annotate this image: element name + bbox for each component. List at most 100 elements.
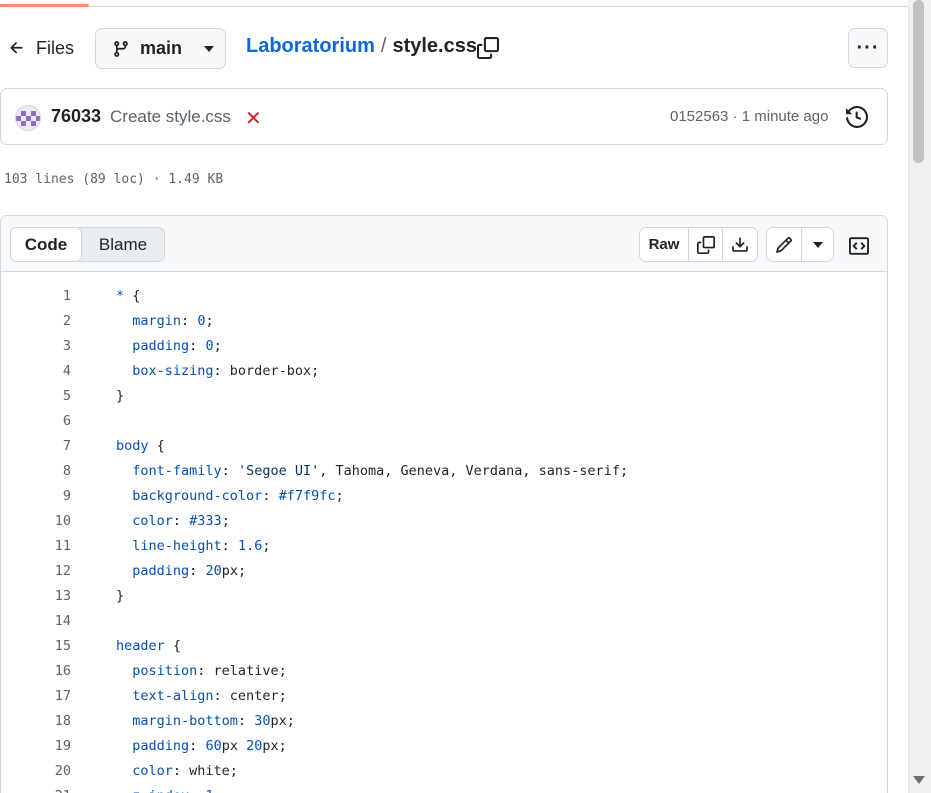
- commit-message[interactable]: Create style.css: [110, 107, 231, 127]
- line-number[interactable]: 15: [1, 638, 71, 654]
- code-token: 20: [246, 737, 263, 754]
- copy-raw-button[interactable]: [689, 228, 723, 261]
- line-number[interactable]: 9: [1, 488, 71, 504]
- code-line[interactable]: 14: [1, 608, 887, 633]
- code-token: px;: [270, 712, 295, 729]
- tab-code[interactable]: Code: [10, 227, 82, 262]
- line-number[interactable]: 12: [1, 563, 71, 579]
- code-token: }: [116, 387, 125, 404]
- commit-author[interactable]: 76033: [51, 106, 101, 127]
- code-token: : border-box;: [213, 362, 320, 379]
- code-line[interactable]: 8 font-family: 'Segoe UI', Tahoma, Genev…: [1, 458, 887, 483]
- code-line[interactable]: 20 color: white;: [1, 758, 887, 783]
- code-token: 20: [205, 562, 222, 579]
- branch-selector-button[interactable]: main: [95, 28, 226, 69]
- code-token: 1.6: [237, 537, 263, 554]
- code-line[interactable]: 19 padding: 60px 20px;: [1, 733, 887, 758]
- chevron-down-icon: [812, 241, 823, 248]
- line-content: margin-bottom: 30px;: [116, 713, 295, 729]
- code-line[interactable]: 3 padding: 0;: [1, 333, 887, 358]
- line-content: padding: 20px;: [116, 563, 246, 579]
- more-options-button[interactable]: ···: [848, 28, 888, 68]
- copy-icon[interactable]: [477, 37, 499, 59]
- line-number[interactable]: 1: [1, 288, 71, 304]
- code-line[interactable]: 16 position: relative;: [1, 658, 887, 683]
- code-line[interactable]: 13}: [1, 583, 887, 608]
- breadcrumb-separator: /: [380, 35, 387, 57]
- line-number[interactable]: 13: [1, 588, 71, 604]
- code-view[interactable]: 1 * {2 margin: 0; 3 padding: 0; 4 box-sizin…: [1, 283, 887, 793]
- code-token: px;: [221, 562, 247, 579]
- line-number[interactable]: 20: [1, 763, 71, 779]
- scrollbar-thumb[interactable]: [913, 0, 924, 163]
- edit-button[interactable]: [767, 228, 803, 261]
- code-line[interactable]: 12 padding: 20px;: [1, 558, 887, 583]
- files-back-link[interactable]: Files: [8, 30, 74, 66]
- line-number[interactable]: 16: [1, 663, 71, 679]
- download-button[interactable]: [723, 228, 757, 261]
- line-number[interactable]: 2: [1, 313, 71, 329]
- line-number[interactable]: 5: [1, 388, 71, 404]
- line-number[interactable]: 8: [1, 463, 71, 479]
- line-content: color: white;: [116, 763, 238, 779]
- code-line[interactable]: 11 line-height: 1.6;: [1, 533, 887, 558]
- code-token: header: [116, 637, 173, 654]
- line-number[interactable]: 21: [1, 788, 71, 793]
- pencil-icon: [775, 236, 793, 254]
- history-icon[interactable]: [846, 106, 868, 128]
- code-line[interactable]: 2 margin: 0;: [1, 308, 887, 333]
- code-symbols-icon[interactable]: [848, 236, 870, 256]
- code-token: :: [181, 312, 198, 329]
- active-tab-indicator: [0, 4, 89, 7]
- code-token: {: [156, 437, 165, 454]
- tab-blame[interactable]: Blame: [82, 228, 164, 261]
- check-failed-icon[interactable]: ✕: [245, 106, 262, 131]
- code-line[interactable]: 18 margin-bottom: 30px;: [1, 708, 887, 733]
- edit-dropdown-button[interactable]: [802, 228, 833, 261]
- download-icon: [731, 236, 749, 254]
- scrollbar[interactable]: [908, 0, 931, 793]
- line-number[interactable]: 6: [1, 413, 71, 429]
- code-token: : center;: [213, 687, 287, 704]
- commit-meta[interactable]: 0152563 · 1 minute ago: [670, 108, 828, 125]
- file-name: style.css: [392, 35, 477, 57]
- code-line[interactable]: 9 background-color: #f7f9fc;: [1, 483, 887, 508]
- line-number[interactable]: 7: [1, 438, 71, 454]
- raw-button[interactable]: Raw: [640, 228, 689, 261]
- scroll-down-arrow-icon[interactable]: [913, 776, 925, 784]
- chevron-down-icon: [204, 45, 215, 52]
- code-token: color: [132, 512, 173, 529]
- edit-actions-group: [766, 227, 834, 262]
- code-line[interactable]: 17 text-align: center;: [1, 683, 887, 708]
- line-number[interactable]: 4: [1, 363, 71, 379]
- line-number[interactable]: 3: [1, 338, 71, 354]
- code-token: px: [221, 737, 247, 754]
- code-line[interactable]: 10 color: #333;: [1, 508, 887, 533]
- repo-link[interactable]: Laboratorium: [246, 35, 375, 58]
- line-number[interactable]: 17: [1, 688, 71, 704]
- line-number[interactable]: 11: [1, 538, 71, 554]
- code-line[interactable]: 15 header {: [1, 633, 887, 658]
- line-number[interactable]: 19: [1, 738, 71, 754]
- code-line[interactable]: 7 body {: [1, 433, 887, 458]
- avatar[interactable]: [15, 105, 41, 131]
- code-line[interactable]: 5}: [1, 383, 887, 408]
- code-token: 1: [205, 788, 213, 793]
- code-token: #333: [189, 512, 222, 529]
- code-line[interactable]: 6: [1, 408, 887, 433]
- code-line[interactable]: 4 box-sizing: border-box;: [1, 358, 887, 383]
- line-content: color: #333;: [116, 513, 230, 529]
- code-line[interactable]: 1 * {: [1, 283, 887, 308]
- code-token: 'Segoe UI': [237, 462, 320, 479]
- line-number[interactable]: 10: [1, 513, 71, 529]
- line-number[interactable]: 14: [1, 613, 71, 629]
- code-line[interactable]: 21 z-index: 1;: [1, 783, 887, 793]
- code-token: ;: [214, 788, 222, 793]
- line-content: header {: [116, 638, 181, 654]
- line-number[interactable]: 18: [1, 713, 71, 729]
- code-token: px;: [262, 737, 287, 754]
- code-token: padding: [132, 337, 190, 354]
